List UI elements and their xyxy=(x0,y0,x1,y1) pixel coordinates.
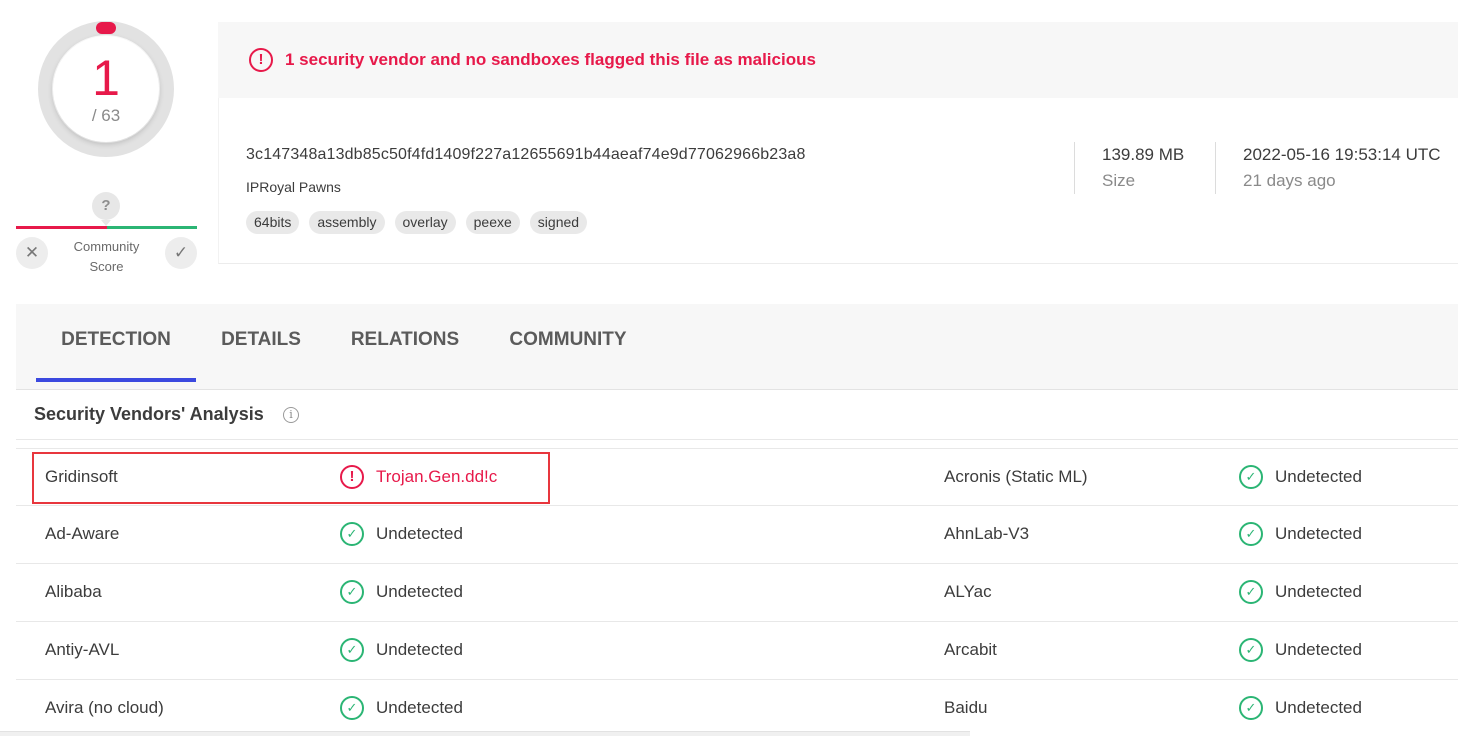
vendor-result: ✓ Undetected xyxy=(340,564,463,620)
vendor-name: Acronis (Static ML) xyxy=(944,467,1088,486)
community-score: ? ✕ Community Score ✓ xyxy=(16,192,197,282)
vendor-result: ✓ Undetected xyxy=(1239,449,1362,505)
tab-details[interactable]: DETAILS xyxy=(206,304,316,382)
check-circle-icon: ✓ xyxy=(1239,465,1263,489)
vendor-name: Baidu xyxy=(944,698,988,717)
tab-detection[interactable]: DETECTION xyxy=(36,304,196,382)
vendor-result-text: Undetected xyxy=(1275,582,1362,601)
vendor-results-table: Gridinsoft ! Trojan.Gen.dd!c Acronis (St… xyxy=(16,448,1458,736)
table-row: Antiy-AVL ✓ Undetected Arcabit ✓ Undetec… xyxy=(16,622,1458,680)
check-circle-icon: ✓ xyxy=(1239,580,1263,604)
section-title: Security Vendors' Analysis xyxy=(34,404,264,424)
table-row: Avira (no cloud) ✓ Undetected Baidu ✓ Un… xyxy=(16,680,1458,736)
table-row: Gridinsoft ! Trojan.Gen.dd!c Acronis (St… xyxy=(16,448,1458,506)
malicious-alert-banner: ! 1 security vendor and no sandboxes fla… xyxy=(218,22,1458,98)
vendor-result: ✓ Undetected xyxy=(1239,506,1362,562)
community-score-label: Community Score xyxy=(73,239,140,274)
vendor-result: ✓ Undetected xyxy=(340,680,463,736)
table-row: Alibaba ✓ Undetected ALYac ✓ Undetected xyxy=(16,564,1458,622)
tag-signed[interactable]: signed xyxy=(529,211,588,234)
vendor-result-text: Undetected xyxy=(376,698,463,717)
vendor-name: Gridinsoft xyxy=(45,467,118,486)
file-size-label: Size xyxy=(1102,171,1136,190)
vote-harmless-button[interactable]: ✓ xyxy=(165,237,197,269)
check-circle-icon: ✓ xyxy=(340,522,364,546)
check-circle-icon: ✓ xyxy=(1239,696,1263,720)
report-tabs: DETECTION DETAILS RELATIONS COMMUNITY xyxy=(16,304,1458,390)
analysis-date: 2022-05-16 19:53:14 UTC xyxy=(1243,145,1441,164)
vendor-name: AhnLab-V3 xyxy=(944,524,1030,543)
tag-64bits[interactable]: 64bits xyxy=(246,211,300,234)
detection-count: 1 xyxy=(92,50,120,106)
vendor-result-text: Undetected xyxy=(1275,698,1362,717)
close-icon: ✕ xyxy=(24,243,40,262)
file-info-panel: 3c147348a13db85c50f4fd1409f227a12655691b… xyxy=(218,98,1458,264)
file-size-value: 139.89 MB xyxy=(1102,145,1185,164)
vendor-name: Antiy-AVL xyxy=(45,640,120,659)
horizontal-scrollbar[interactable] xyxy=(0,731,970,736)
check-circle-icon: ✓ xyxy=(340,638,364,662)
divider xyxy=(1074,142,1075,194)
vendor-result: ✓ Undetected xyxy=(1239,680,1362,736)
vendor-result: ✓ Undetected xyxy=(1239,622,1362,678)
vendor-result-text: Trojan.Gen.dd!c xyxy=(376,467,498,486)
vendor-name: ALYac xyxy=(944,582,992,601)
tag-peexe[interactable]: peexe xyxy=(465,211,520,234)
alert-text: 1 security vendor and no sandboxes flagg… xyxy=(285,50,816,69)
vote-malicious-button[interactable]: ✕ xyxy=(16,237,48,269)
detection-score-ring: 1 / 63 xyxy=(38,21,174,157)
info-icon[interactable]: i xyxy=(283,407,299,423)
file-tags: 64bits assembly overlay peexe signed xyxy=(246,211,588,234)
check-circle-icon: ✓ xyxy=(1239,522,1263,546)
score-center: 1 / 63 xyxy=(53,36,159,142)
vendor-name: Arcabit xyxy=(944,640,997,659)
vendor-result-text: Undetected xyxy=(376,640,463,659)
vendor-result: ! Trojan.Gen.dd!c xyxy=(340,449,497,505)
community-bar-negative xyxy=(16,226,107,229)
check-circle-icon: ✓ xyxy=(1239,638,1263,662)
file-hash[interactable]: 3c147348a13db85c50f4fd1409f227a12655691b… xyxy=(246,146,806,164)
check-circle-icon: ✓ xyxy=(340,580,364,604)
vendor-name: Ad-Aware xyxy=(45,524,120,543)
vendor-name: Alibaba xyxy=(45,582,102,601)
vendor-result-text: Undetected xyxy=(376,524,463,543)
vendor-name: Avira (no cloud) xyxy=(45,698,164,717)
file-name: IPRoyal Pawns xyxy=(246,179,341,195)
vendor-result: ✓ Undetected xyxy=(340,506,463,562)
vendor-result: ✓ Undetected xyxy=(1239,564,1362,620)
vendor-result-text: Undetected xyxy=(1275,467,1362,486)
divider xyxy=(1215,142,1216,194)
community-bar-positive xyxy=(107,226,197,229)
vendors-section-header: Security Vendors' Analysis i xyxy=(16,390,1458,440)
vendor-result: ✓ Undetected xyxy=(340,622,463,678)
vendor-result-text: Undetected xyxy=(1275,640,1362,659)
table-row: Ad-Aware ✓ Undetected AhnLab-V3 ✓ Undete… xyxy=(16,506,1458,564)
tab-relations[interactable]: RELATIONS xyxy=(338,304,472,382)
alert-icon: ! xyxy=(340,465,364,489)
check-icon: ✓ xyxy=(173,243,189,262)
analysis-date-relative: 21 days ago xyxy=(1243,171,1336,190)
tag-assembly[interactable]: assembly xyxy=(309,211,385,234)
vendor-result-text: Undetected xyxy=(376,582,463,601)
community-score-badge: ? xyxy=(92,192,120,226)
tag-overlay[interactable]: overlay xyxy=(394,211,456,234)
vendor-result-text: Undetected xyxy=(1275,524,1362,543)
alert-icon: ! xyxy=(249,48,273,72)
engine-total: / 63 xyxy=(91,106,121,125)
check-circle-icon: ✓ xyxy=(340,696,364,720)
tab-community[interactable]: COMMUNITY xyxy=(494,304,642,382)
